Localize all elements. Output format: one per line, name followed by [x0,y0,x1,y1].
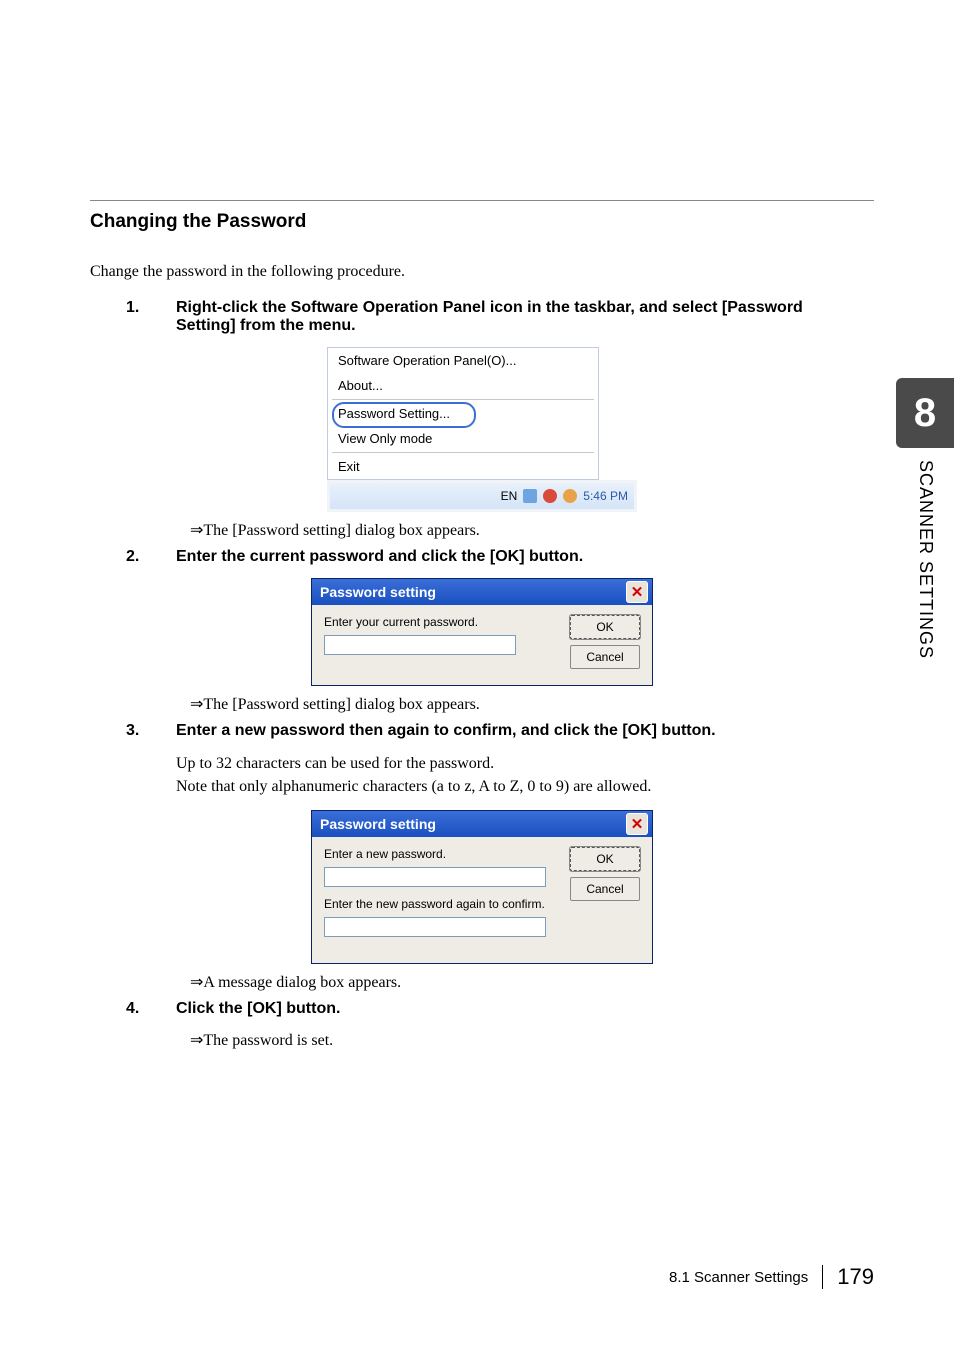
footer-section: 8.1 Scanner Settings [669,1269,808,1286]
top-rule [90,200,874,201]
ctx-sep-2 [332,452,594,453]
step-text-2: Enter the current password and click the… [176,548,826,566]
ctx-item-sop[interactable]: Software Operation Panel(O)... [328,348,598,373]
dialog2-title: Password setting [320,816,436,832]
page-footer: 8.1 Scanner Settings 179 [669,1264,874,1290]
footer-page-number: 179 [837,1264,874,1290]
context-menu-figure: Software Operation Panel(O)... About... … [327,347,599,480]
dialog1-password-input[interactable] [324,635,516,655]
dialog1-title: Password setting [320,584,436,600]
step3-body-line1: Up to 32 characters can be used for the … [176,752,874,775]
ok-button[interactable]: OK [570,615,640,639]
step2-result: ⇒The [Password setting] dialog box appea… [190,694,874,714]
intro-text: Change the password in the following pro… [90,263,874,281]
dialog-current-password: Password setting ✕ Enter your current pa… [311,578,653,686]
ctx-item-exit[interactable]: Exit [328,454,598,479]
step-number-1: 1. [90,299,176,317]
step1-result: ⇒The [Password setting] dialog box appea… [190,520,874,540]
step-text-1: Right-click the Software Operation Panel… [176,299,826,335]
ctx-item-password-setting[interactable]: Password Setting... [328,401,598,426]
tray-clock: 5:46 PM [583,489,628,503]
step-text-3: Enter a new password then again to confi… [176,722,826,740]
taskbar-figure: EN 5:46 PM [327,480,637,512]
step-number-2: 2. [90,548,176,566]
close-icon[interactable]: ✕ [626,813,648,835]
step3-result: ⇒A message dialog box appears. [190,972,874,992]
tray-icon-1 [523,489,537,503]
step3-body-line2: Note that only alphanumeric characters (… [176,775,874,798]
ctx-item-about[interactable]: About... [328,373,598,398]
dialog2-label-2: Enter the new password again to confirm. [324,897,558,911]
step-text-4: Click the [OK] button. [176,1000,826,1018]
footer-divider [822,1265,823,1289]
cancel-button[interactable]: Cancel [570,645,640,669]
ctx-sep-1 [332,399,594,400]
section-title: Changing the Password [90,211,874,233]
step-number-4: 4. [90,1000,176,1018]
step-number-3: 3. [90,722,176,740]
tray-icon-2 [543,489,557,503]
dialog2-confirm-password-input[interactable] [324,917,546,937]
ctx-item-view-only[interactable]: View Only mode [328,426,598,451]
cancel-button[interactable]: Cancel [570,877,640,901]
dialog1-label: Enter your current password. [324,615,558,629]
ok-button[interactable]: OK [570,847,640,871]
dialog-new-password: Password setting ✕ Enter a new password.… [311,810,653,964]
dialog2-label-1: Enter a new password. [324,847,558,861]
close-icon[interactable]: ✕ [626,581,648,603]
tray-icon-3 [563,489,577,503]
tray-lang-indicator: EN [501,489,518,503]
dialog2-new-password-input[interactable] [324,867,546,887]
step4-result: ⇒The password is set. [190,1030,874,1050]
